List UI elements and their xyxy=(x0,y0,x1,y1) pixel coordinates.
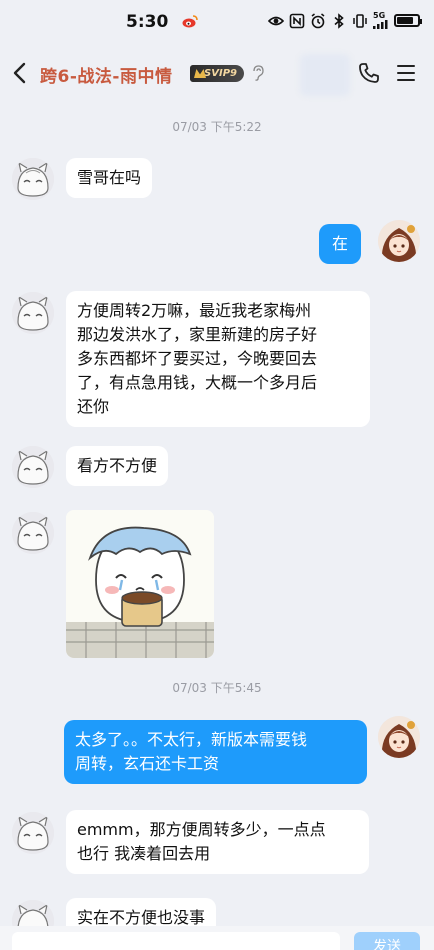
message-timestamp: 07/03 下午5:22 xyxy=(172,120,262,134)
message-line: emmm，那方便周转多少，一点点 xyxy=(77,820,326,839)
ear-icon xyxy=(253,65,264,81)
message-text: 在 xyxy=(332,234,349,253)
avatar[interactable] xyxy=(378,220,420,262)
message-bubble[interactable]: 太多了。。不太行，新版本需要钱 周转，玄石还卡工资 xyxy=(64,720,367,784)
avatar[interactable] xyxy=(378,716,420,758)
weibo-icon xyxy=(182,15,198,28)
avatar[interactable] xyxy=(12,512,54,554)
message-text: 雪哥在吗 xyxy=(77,168,142,187)
message-timestamp: 07/03 下午5:45 xyxy=(172,681,262,695)
message-line: 还你 xyxy=(77,397,110,416)
avatar-cat-image xyxy=(12,158,54,200)
svip-badge: SVIP9 xyxy=(190,65,244,82)
avatar[interactable] xyxy=(12,812,54,854)
chat-title[interactable]: 跨6-战法-雨中情 xyxy=(40,62,172,87)
message-line: 多东西都坏了要买过，今晚要回去 xyxy=(77,349,318,368)
phone-icon[interactable] xyxy=(357,61,381,85)
sticker-image[interactable] xyxy=(66,510,214,658)
svip-badge-label: SVIP9 xyxy=(204,68,237,79)
avatar-cat-image xyxy=(12,512,54,554)
message-input[interactable] xyxy=(12,932,340,950)
eye-icon xyxy=(268,16,284,25)
avatar-cat-image xyxy=(12,292,54,334)
status-bar: 5:30 5G xyxy=(0,0,434,44)
message-text: 实在不方便也没事 xyxy=(77,908,206,927)
message-bubble[interactable]: emmm，那方便周转多少，一点点 也行 我凑着回去用 xyxy=(66,810,369,874)
signal-bars xyxy=(373,20,388,29)
avatar[interactable] xyxy=(12,158,54,200)
nfc-icon xyxy=(289,13,305,28)
message-line: 那边发洪水了，家里新建的房子好 xyxy=(77,325,318,344)
crying-character-sticker xyxy=(66,510,214,658)
avatar-cat-image xyxy=(12,446,54,488)
message-bubble[interactable]: 方便周转2万嘛，最近我老家梅州 那边发洪水了，家里新建的房子好 多东西都坏了要买… xyxy=(66,291,370,427)
alarm-icon xyxy=(311,12,325,28)
message-text: 看方不方便 xyxy=(77,456,158,475)
message-line: 太多了。。不太行，新版本需要钱 xyxy=(75,730,308,749)
send-button-label: 发送 xyxy=(373,939,401,950)
message-bubble[interactable]: 看方不方便 xyxy=(66,446,169,486)
avatar-girl-image xyxy=(378,220,420,262)
network-label: 5G xyxy=(373,11,386,20)
back-icon[interactable] xyxy=(10,61,30,85)
battery-level xyxy=(397,17,413,24)
vibrate-icon xyxy=(353,13,367,28)
avatar[interactable] xyxy=(12,446,54,488)
chat-header: 跨6-战法-雨中情 SVIP9 xyxy=(0,48,434,98)
message-bubble[interactable]: 雪哥在吗 xyxy=(66,158,153,198)
signal-icon: 5G xyxy=(373,12,389,29)
avatar[interactable] xyxy=(12,292,54,334)
message-bubble[interactable]: 在 xyxy=(319,224,362,264)
message-line: 也行 我凑着回去用 xyxy=(77,844,211,863)
message-line: 方便周转2万嘛，最近我老家梅州 xyxy=(77,301,312,320)
avatar-cat-image xyxy=(12,812,54,854)
bluetooth-icon xyxy=(334,12,344,29)
avatar-girl-image xyxy=(378,716,420,758)
send-button[interactable]: 发送 xyxy=(354,932,420,950)
message-line: 周转，玄石还卡工资 xyxy=(75,754,220,773)
message-line: 了，有点急用钱，大概一个多月后 xyxy=(77,373,318,392)
blurred-region xyxy=(300,54,350,96)
menu-icon[interactable] xyxy=(396,63,416,83)
status-time: 5:30 xyxy=(126,12,169,32)
input-bar: 发送 xyxy=(0,926,434,950)
status-icons: 5G xyxy=(268,12,422,29)
battery-icon xyxy=(394,14,422,27)
